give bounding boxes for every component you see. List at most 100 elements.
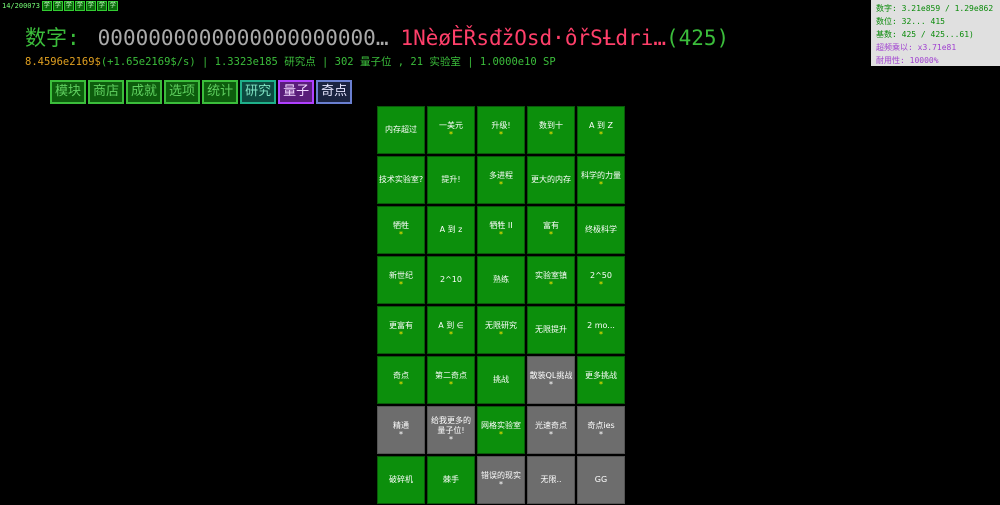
research-cell[interactable]: A 到 z [427,206,475,254]
research-cell[interactable]: 熟练 [477,256,525,304]
research-label: 奇点 [393,370,409,380]
star-icon: * [399,380,403,390]
research-label: 技术实验室? [378,174,424,184]
research-label: 给我更多的量子位! [431,415,471,435]
research-label: 数到十 [539,120,563,130]
research-label: 一美元 [439,120,463,130]
mini-button[interactable]: 学 [74,1,85,11]
research-cell[interactable]: 富有 * [527,206,575,254]
star-icon: * [499,130,503,140]
tab-quantum[interactable]: 量子 [278,80,315,104]
research-label: 奇点ies [587,420,615,430]
star-icon: * [599,380,603,390]
star-icon: * [499,480,503,490]
research-cell[interactable]: 网格实验室 * [477,406,525,454]
tab-research[interactable]: 研究 [240,80,277,104]
research-cell[interactable]: 无限提升 [527,306,575,354]
research-cell[interactable]: 一美元 * [427,106,475,154]
research-cell[interactable]: 更大的内存 [527,156,575,204]
research-cell[interactable]: 第二奇点 * [427,356,475,404]
star-icon: * [599,330,603,340]
tab-bar: 模块 商店 成就 选项 统计 研究 量子 奇点 [50,80,353,104]
research-cell[interactable]: 内存超过 [377,106,425,154]
star-icon: * [399,280,403,290]
research-label: 破碎机 [389,474,413,484]
panel-base: 基数: 425 / 425...61) [876,30,974,39]
research-cell[interactable]: GG [577,456,625,504]
research-cell[interactable]: 给我更多的量子位! * [427,406,475,454]
research-cell[interactable]: 多进程 * [477,156,525,204]
research-cell[interactable]: A 到 Z * [577,106,625,154]
research-label: 棘手 [443,474,459,484]
mini-button[interactable]: 学 [85,1,96,11]
resource-details: | 1.3323e185 研究点 | 302 量子位 , 21 实验室 | 1.… [202,56,556,68]
research-cell[interactable]: 错误的现实 * [477,456,525,504]
research-cell[interactable]: 无限.. [527,456,575,504]
research-label: 2^50 [590,270,612,280]
research-cell[interactable]: 牺牲 II * [477,206,525,254]
research-cell[interactable]: 牺牲 * [377,206,425,254]
panel-number: 数字: 3.21e859 / 1.29e862 [876,4,994,13]
mini-button[interactable]: 学 [107,1,118,11]
research-cell[interactable]: 精通 * [377,406,425,454]
mini-button[interactable]: 学 [63,1,74,11]
research-label: 科学的力量 [581,170,621,180]
research-label: 终极科学 [585,224,617,234]
research-label: 错误的现实 [481,470,521,480]
panel-overclock: 超频乘以: x3.71e81 [876,43,957,52]
research-cell[interactable]: 奇点ies * [577,406,625,454]
research-cell[interactable]: 终极科学 [577,206,625,254]
research-cell[interactable]: 棘手 [427,456,475,504]
research-label: 实验室镇 [535,270,567,280]
star-icon: * [399,230,403,240]
research-cell[interactable]: 新世纪 * [377,256,425,304]
research-cell[interactable]: 提升! [427,156,475,204]
tab-singularity[interactable]: 奇点 [316,80,353,104]
research-cell[interactable]: 实验室镇 * [527,256,575,304]
star-icon: * [549,130,553,140]
research-cell[interactable]: 2^50 * [577,256,625,304]
tab-statistics[interactable]: 统计 [202,80,239,104]
star-icon: * [399,430,403,440]
research-label: 光速奇点 [535,420,567,430]
mini-button[interactable]: 学 [52,1,63,11]
star-icon: * [549,230,553,240]
research-cell[interactable]: 更多挑战 * [577,356,625,404]
research-label: 熟练 [493,274,509,284]
research-cell[interactable]: 2 mo... * [577,306,625,354]
panel-digits: 数位: 32... 415 [876,17,945,26]
tab-shop[interactable]: 商店 [88,80,125,104]
research-cell[interactable]: 奇点 * [377,356,425,404]
research-cell[interactable]: 升级! * [477,106,525,154]
tab-achievements[interactable]: 成就 [126,80,163,104]
research-cell[interactable]: 无限研究 * [477,306,525,354]
star-icon: * [599,180,603,190]
research-cell[interactable]: 科学的力量 * [577,156,625,204]
research-cell[interactable]: 光速奇点 * [527,406,575,454]
research-label: 2 mo... [587,320,615,330]
research-cell[interactable]: 2^10 [427,256,475,304]
tab-modules[interactable]: 模块 [50,80,87,104]
research-cell[interactable]: 破碎机 [377,456,425,504]
research-cell[interactable]: 技术实验室? [377,156,425,204]
star-icon: * [449,330,453,340]
research-cell[interactable]: A 到 ∈ * [427,306,475,354]
star-icon: * [599,430,603,440]
number-label: 数字: [25,26,80,50]
money-value: 8.4596e2169$ [25,56,101,68]
info-panel: 数字: 3.21e859 / 1.29e862 数位: 32... 415 基数… [871,0,1000,66]
mini-button[interactable]: 学 [96,1,107,11]
tab-options[interactable]: 选项 [164,80,201,104]
research-cell[interactable]: 散装QL挑战 * [527,356,575,404]
research-cell[interactable]: 挑战 [477,356,525,404]
save-counter: 14/200073 [2,2,40,10]
panel-durability: 耐用性: 10000% [876,56,939,65]
mini-button[interactable]: 学 [41,1,52,11]
research-label: 牺牲 [393,220,409,230]
money-rate: (+1.65e2169$/s) [100,56,196,68]
star-icon: * [599,130,603,140]
star-icon: * [449,380,453,390]
research-cell[interactable]: 数到十 * [527,106,575,154]
research-cell[interactable]: 更富有 * [377,306,425,354]
number-digits: 0000000000000000000000 [97,26,376,50]
